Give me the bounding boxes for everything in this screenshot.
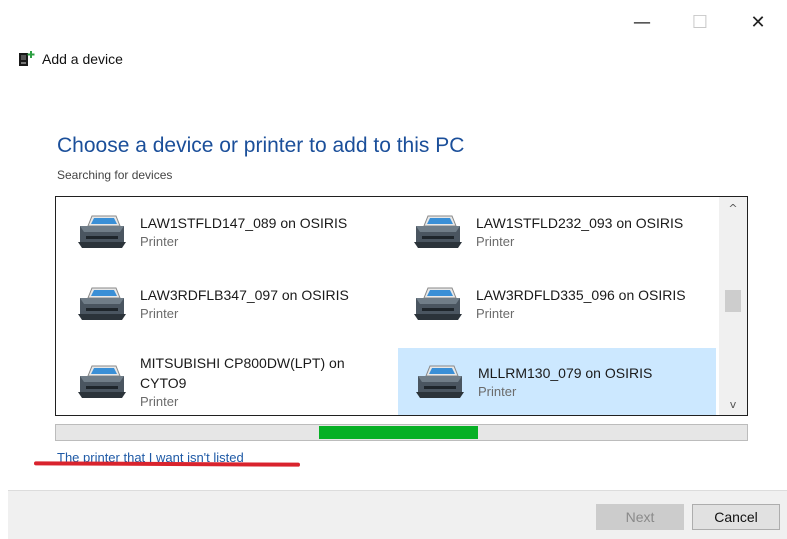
add-device-icon: [19, 51, 35, 66]
device-type: Printer: [476, 234, 515, 249]
device-type: Printer: [140, 393, 179, 409]
chevron-down-icon: v: [729, 397, 737, 411]
dialog-footer: Next Cancel: [8, 490, 787, 539]
cancel-button[interactable]: Cancel: [692, 504, 780, 530]
device-name: LAW1STFLD147_089 on OSIRIS: [140, 215, 348, 231]
maximize-button[interactable]: ☐: [671, 8, 729, 36]
page-heading: Choose a device or printer to add to thi…: [57, 134, 465, 157]
device-item[interactable]: LAW3RDFLB347_097 on OSIRIS Printer: [60, 272, 378, 336]
device-name: LAW3RDFLD335_096 on OSIRIS: [476, 287, 686, 303]
device-grid: LAW1STFLD147_089 on OSIRIS Printer LAW1S…: [56, 197, 718, 415]
device-item[interactable]: LAW3RDFLD335_096 on OSIRIS Printer: [396, 272, 714, 336]
scroll-thumb[interactable]: [725, 290, 741, 312]
device-type: Printer: [476, 306, 515, 321]
device-name: LAW3RDFLB347_097 on OSIRIS: [140, 287, 349, 303]
window-controls: — ☐ ✕: [613, 8, 787, 36]
search-status: Searching for devices: [57, 168, 173, 182]
red-annotation-underline: [33, 461, 301, 467]
close-icon: ✕: [750, 11, 766, 33]
progress-indicator: [319, 426, 478, 439]
device-item[interactable]: MITSUBISHI CP800DW(LPT) on CYTO9 Printer: [60, 348, 378, 415]
printer-icon: [414, 287, 462, 320]
printer-icon: [78, 287, 126, 320]
printer-icon: [78, 215, 126, 248]
printer-icon: [78, 365, 126, 398]
app-title-label: Add a device: [42, 51, 123, 67]
device-item[interactable]: LAW1STFLD147_089 on OSIRIS Printer: [60, 200, 378, 264]
minimize-button[interactable]: —: [613, 8, 671, 36]
device-type: Printer: [140, 234, 179, 249]
device-type: Printer: [140, 306, 179, 321]
chevron-up-icon: ^: [728, 201, 738, 215]
search-progress-bar: [55, 424, 748, 441]
device-name: MITSUBISHI CP800DW(LPT) on CYTO9: [140, 354, 345, 391]
printer-icon: [414, 215, 462, 248]
minimize-icon: —: [633, 11, 651, 33]
device-item[interactable]: LAW1STFLD232_093 on OSIRIS Printer: [396, 200, 714, 264]
vertical-scrollbar[interactable]: ^ v: [719, 197, 747, 415]
scroll-down-button[interactable]: v: [719, 395, 747, 413]
device-list[interactable]: LAW1STFLD147_089 on OSIRIS Printer LAW1S…: [55, 196, 748, 416]
close-button[interactable]: ✕: [729, 8, 787, 36]
device-item-selected[interactable]: MLLRM130_079 on OSIRIS Printer: [398, 348, 716, 415]
device-type: Printer: [478, 383, 517, 399]
device-name: MLLRM130_079 on OSIRIS: [478, 364, 653, 381]
maximize-icon: ☐: [691, 11, 709, 33]
scroll-up-button[interactable]: ^: [719, 199, 747, 217]
printer-icon: [416, 365, 464, 398]
device-name: LAW1STFLD232_093 on OSIRIS: [476, 215, 684, 231]
window-title: Add a device: [18, 50, 123, 68]
next-button[interactable]: Next: [596, 504, 684, 530]
